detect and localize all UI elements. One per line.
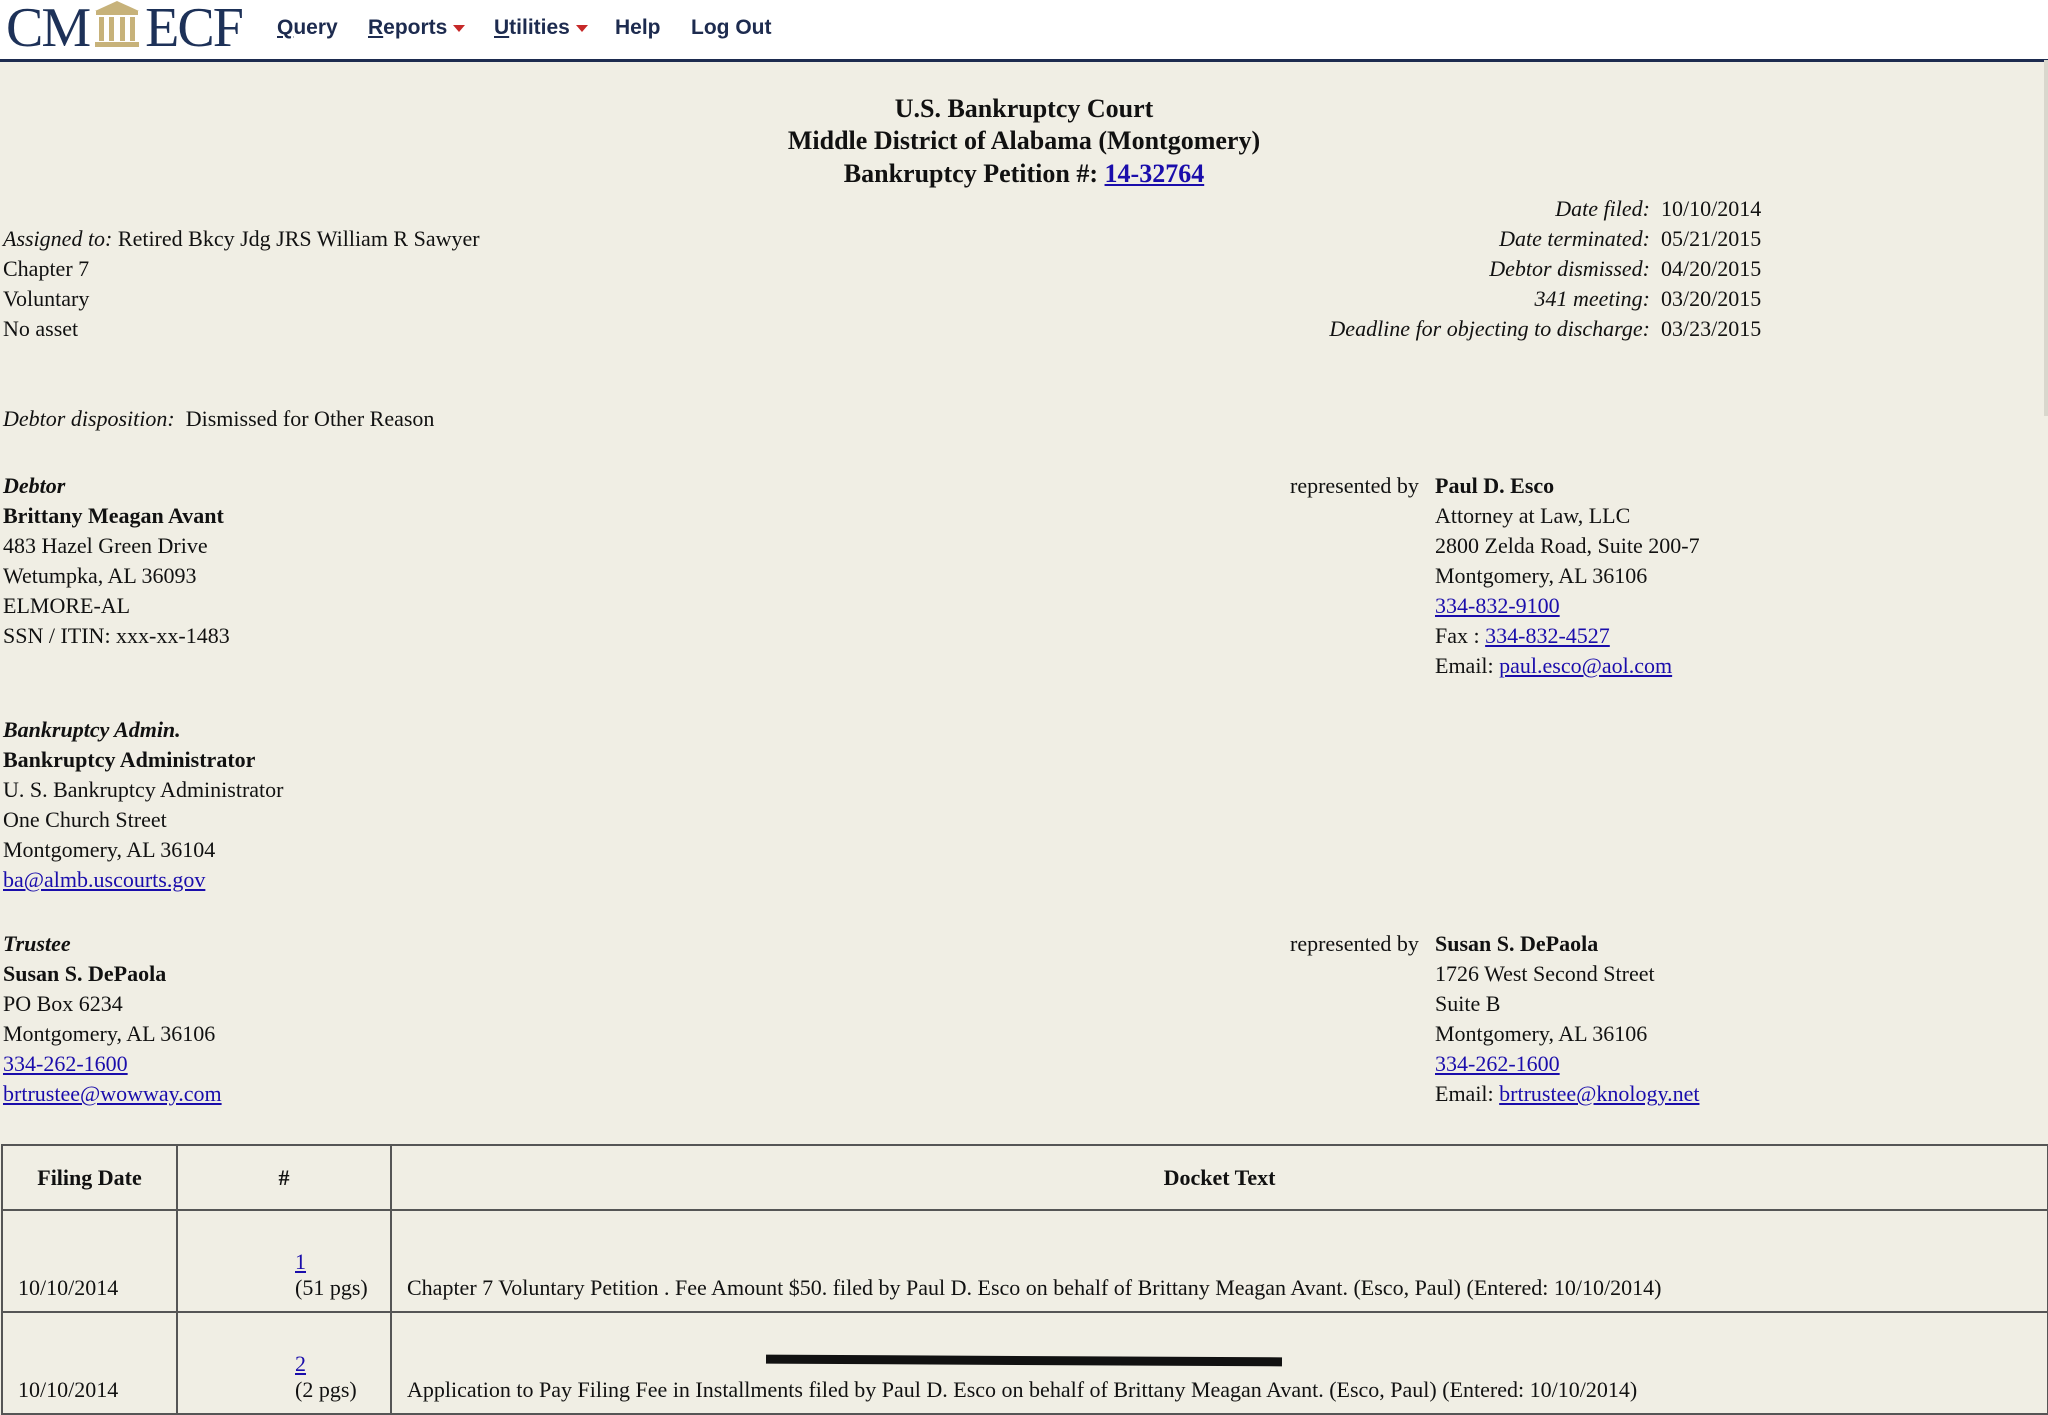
doc-number-link[interactable]: 2 xyxy=(295,1351,306,1376)
trustee-email-link[interactable]: brtrustee@wowway.com xyxy=(3,1081,222,1106)
trustee-attorney-address1: 1726 West Second Street xyxy=(1435,961,1655,986)
doc-number-cell: 2 (2 pgs) xyxy=(176,1311,392,1415)
debtor-name: Brittany Meagan Avant xyxy=(3,503,224,528)
filing-date-cell: 10/10/2014 xyxy=(1,1311,178,1415)
debtor-attorney-email-link[interactable]: paul.esco@aol.com xyxy=(1499,653,1672,678)
dropdown-caret-icon xyxy=(575,24,588,32)
debtor-address2: Wetumpka, AL 36093 xyxy=(3,563,197,588)
filing-date-cell: 10/10/2014 xyxy=(1,1209,178,1313)
date-terminated-label: Date terminated: xyxy=(1499,226,1650,251)
trustee-phone-link[interactable]: 334-262-1600 xyxy=(3,1051,128,1076)
courthouse-icon xyxy=(93,0,141,57)
debtor-dismissed-value: 04/20/2015 xyxy=(1661,256,1762,281)
debtor-disposition: Debtor disposition: Dismissed for Other … xyxy=(3,406,435,431)
debtor-county: ELMORE-AL xyxy=(3,593,131,618)
debtor-attorney-address2: Montgomery, AL 36106 xyxy=(1435,563,1648,588)
table-row: 10/10/2014 1 (51 pgs) Chapter 7 Voluntar… xyxy=(1,1209,2048,1313)
dropdown-caret-icon xyxy=(453,24,466,32)
case-type: Voluntary xyxy=(3,286,90,311)
trustee-line2: Montgomery, AL 36106 xyxy=(3,1021,216,1046)
trustee-attorney-address2: Suite B xyxy=(1435,991,1501,1016)
debtor-attorney-fax-row: Fax : 334-832-4527 xyxy=(1435,623,1610,648)
date-terminated-value: 05/21/2015 xyxy=(1661,226,1762,251)
debtor-role: Debtor xyxy=(3,473,66,498)
admin-line3: Montgomery, AL 36104 xyxy=(3,837,216,862)
trustee-phone-row: 334-262-1600 xyxy=(3,1051,128,1077)
trustee-attorney-phone-row: 334-262-1600 xyxy=(1435,1051,1560,1077)
debtor-attorney-address1: 2800 Zelda Road, Suite 200-7 xyxy=(1435,533,1700,558)
meeting-341-value: 03/20/2015 xyxy=(1661,286,1762,311)
date-filed-label: Date filed: xyxy=(1555,196,1650,221)
admin-email-row: ba@almb.uscourts.gov xyxy=(3,867,205,893)
debtor-ssn: SSN / ITIN: xxx-xx-1483 xyxy=(3,623,230,648)
logo-text-left: CM xyxy=(6,0,91,59)
debtor-attorney-phone-link[interactable]: 334-832-9100 xyxy=(1435,593,1560,618)
trustee-attorney-phone-link[interactable]: 334-262-1600 xyxy=(1435,1051,1560,1076)
debtor-represented-by: represented by xyxy=(1290,473,1419,498)
nav-utilities[interactable]: Utilities xyxy=(494,16,588,40)
docket-text-cell: Chapter 7 Voluntary Petition . Fee Amoun… xyxy=(390,1209,2048,1313)
doc-number-cell: 1 (51 pgs) xyxy=(176,1209,392,1313)
admin-email-link[interactable]: ba@almb.uscourts.gov xyxy=(3,867,205,892)
cmecf-logo[interactable]: CM ECF xyxy=(6,0,244,59)
debtor-address1: 483 Hazel Green Drive xyxy=(3,533,208,558)
top-nav-bar: CM ECF Query Reports Utilities Help Log … xyxy=(0,0,2048,62)
debtor-attorney-firm: Attorney at Law, LLC xyxy=(1435,503,1631,528)
trustee-role: Trustee xyxy=(3,931,71,956)
trustee-email-row: brtrustee@wowway.com xyxy=(3,1081,222,1107)
debtor-attorney-name: Paul D. Esco xyxy=(1435,473,1555,498)
admin-line2: One Church Street xyxy=(3,807,167,832)
trustee-attorney-email-link[interactable]: brtrustee@knology.net xyxy=(1499,1081,1699,1106)
doc-pages: (51 pgs) xyxy=(295,1275,368,1300)
docket-table: Filing Date # Docket Text 10/10/2014 1 (… xyxy=(1,1144,2048,1415)
docket-header-row: Filing Date # Docket Text xyxy=(1,1144,2048,1211)
logo-text-right: ECF xyxy=(145,0,244,59)
trustee-attorney-name: Susan S. DePaola xyxy=(1435,931,1599,956)
debtor-attorney-phone-row: 334-832-9100 xyxy=(1435,593,1560,619)
petition-heading: Bankruptcy Petition #: 14-32764 xyxy=(843,159,1205,188)
discharge-deadline-label: Deadline for objecting to discharge: xyxy=(1329,316,1650,341)
trustee-line1: PO Box 6234 xyxy=(3,991,123,1016)
admin-role: Bankruptcy Admin. xyxy=(3,717,181,742)
discharge-deadline-value: 03/23/2015 xyxy=(1661,316,1762,341)
col-header-number: # xyxy=(176,1144,392,1211)
debtor-dismissed-label: Debtor dismissed: xyxy=(1489,256,1650,281)
case-chapter: Chapter 7 xyxy=(3,256,90,281)
petition-number-link[interactable]: 14-32764 xyxy=(1105,159,1205,188)
nav-logout[interactable]: Log Out xyxy=(691,16,771,40)
trustee-attorney-address3: Montgomery, AL 36106 xyxy=(1435,1021,1648,1046)
trustee-name: Susan S. DePaola xyxy=(3,961,167,986)
doc-pages: (2 pgs) xyxy=(295,1377,357,1402)
admin-name: Bankruptcy Administrator xyxy=(3,747,256,772)
trustee-attorney-email-row: Email: brtrustee@knology.net xyxy=(1435,1081,1700,1106)
court-name: U.S. Bankruptcy Court xyxy=(894,94,1154,123)
meeting-341-label: 341 meeting: xyxy=(1534,286,1650,311)
district-name: Middle District of Alabama (Montgomery) xyxy=(787,126,1261,155)
date-filed-value: 10/10/2014 xyxy=(1661,196,1762,221)
trustee-represented-by: represented by xyxy=(1290,931,1419,956)
case-asset: No asset xyxy=(3,316,79,341)
nav-reports[interactable]: Reports xyxy=(368,16,466,40)
admin-line1: U. S. Bankruptcy Administrator xyxy=(3,777,284,802)
doc-number-link[interactable]: 1 xyxy=(295,1249,306,1274)
nav-help[interactable]: Help xyxy=(615,16,661,40)
debtor-attorney-email-row: Email: paul.esco@aol.com xyxy=(1435,653,1673,678)
debtor-attorney-fax-link[interactable]: 334-832-4527 xyxy=(1485,623,1610,648)
nav-query[interactable]: Query xyxy=(277,16,338,40)
col-header-filing-date: Filing Date xyxy=(1,1144,178,1211)
col-header-docket-text: Docket Text xyxy=(390,1144,2048,1211)
assigned-to: Assigned to: Retired Bkcy Jdg JRS Willia… xyxy=(3,226,480,251)
